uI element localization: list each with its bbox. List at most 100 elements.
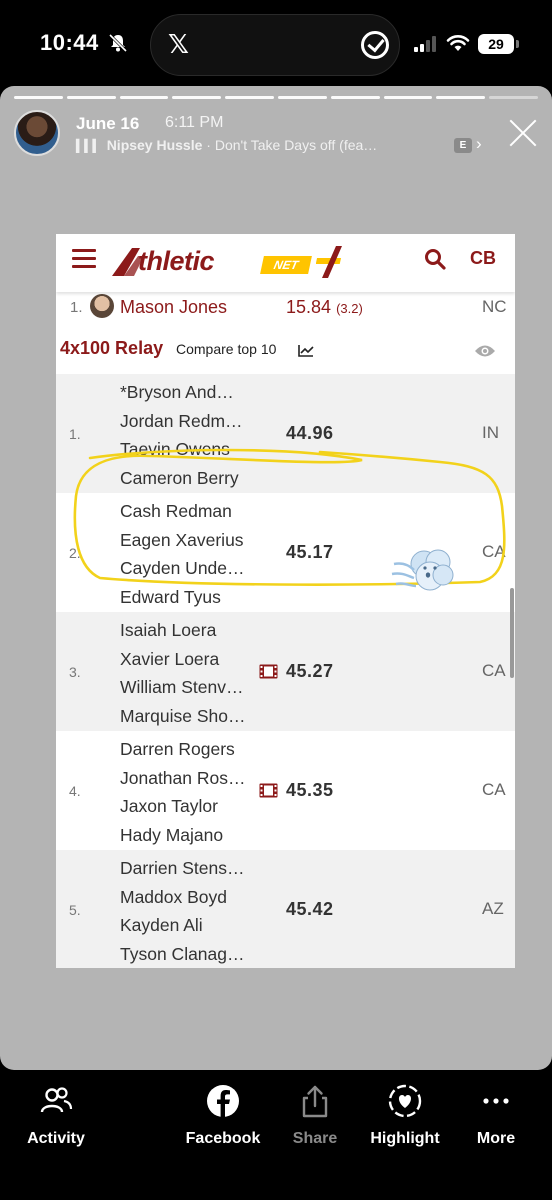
athlete-name: Mason Jones bbox=[120, 297, 228, 317]
relay-athletes: Cash Redman Eagen Xaverius Cayden Unde… Edw… bbox=[120, 497, 245, 612]
clock: 10:44 bbox=[40, 30, 99, 55]
result-rank: 4. bbox=[69, 783, 81, 799]
result-rank: 1. bbox=[69, 426, 81, 442]
music-sticker-label[interactable]: ▍▍▍ Nipsey Hussle · Don't Take Days off (… bbox=[76, 137, 377, 153]
relay-athletes: *Bryson And… Jordan Redm… Taevin Owens Came… bbox=[120, 378, 243, 493]
athlete-name: Jaxon Taylor bbox=[120, 796, 218, 817]
wifi-icon bbox=[446, 35, 470, 51]
facebook-icon bbox=[207, 1085, 239, 1117]
result-mark: 15.84 (3.2) bbox=[286, 297, 363, 318]
athletic-net-logo-text: thletic bbox=[138, 246, 215, 276]
mark-value: 15.84 bbox=[286, 297, 332, 317]
highlight-label: Highlight bbox=[370, 1130, 440, 1147]
trend-chart-icon bbox=[298, 345, 314, 357]
result-state: AZ bbox=[482, 899, 504, 918]
athlete-name: William Stenv… bbox=[120, 677, 244, 698]
athlete-name: Eagen Xaverius bbox=[120, 529, 244, 550]
relay-athletes: Isaiah Loera Xavier Loera William Stenv… Ma… bbox=[120, 616, 245, 731]
result-rank: 2. bbox=[69, 545, 81, 561]
story-progress-bar bbox=[14, 96, 538, 99]
chevron-right-icon[interactable]: › bbox=[476, 134, 482, 154]
athlete-name: Jordan Redm… bbox=[120, 410, 243, 431]
athletic-net-screenshot: thletic NET CB 1. Mason Jones 15.84 (3.2… bbox=[56, 234, 515, 968]
event-title: 4x100 Relay bbox=[60, 338, 164, 358]
scrollbar bbox=[510, 588, 514, 678]
facebook-button[interactable]: Facebook bbox=[182, 1084, 264, 1148]
profile-initials: CB bbox=[470, 248, 496, 268]
story-date[interactable]: June 16 bbox=[76, 114, 139, 134]
athlete-name: Cameron Berry bbox=[120, 468, 239, 489]
more-button[interactable]: More bbox=[470, 1084, 522, 1148]
battery-indicator: 29 bbox=[478, 34, 519, 54]
story-timestamp: 6:11 PM bbox=[165, 114, 224, 131]
athlete-name: Tyson Clanag… bbox=[120, 944, 245, 965]
relay-time: 44.96 bbox=[286, 423, 334, 443]
music-bars-icon: ▍▍▍ bbox=[76, 139, 102, 153]
athlete-name: Isaiah Loera bbox=[120, 620, 217, 640]
top-result-row: 1. Mason Jones 15.84 (3.2) NC bbox=[56, 292, 515, 324]
music-artist: Nipsey Hussle bbox=[106, 137, 203, 153]
athlete-name: Hady Majano bbox=[120, 825, 224, 846]
plus-logo-icon bbox=[316, 246, 342, 278]
activity-label: Activity bbox=[27, 1130, 85, 1147]
result-rank: 1. bbox=[70, 299, 83, 316]
music-track: · Don't Take Days off (fea… bbox=[202, 137, 378, 153]
relay-results-list: 1. *Bryson And… Jordan Redm… Taevin Owens Ca… bbox=[56, 374, 515, 968]
search-icon bbox=[425, 249, 446, 270]
more-dots-icon bbox=[483, 1098, 509, 1104]
x-app-icon: 𝕏 bbox=[168, 30, 189, 60]
result-state: CA bbox=[482, 780, 506, 799]
athlete-name: Jonathan Ros… bbox=[120, 767, 246, 788]
result-rank: 5. bbox=[69, 902, 81, 918]
result-state: CA bbox=[482, 661, 506, 680]
close-icon[interactable] bbox=[508, 118, 538, 148]
result-rank: 3. bbox=[69, 664, 81, 680]
activity-button[interactable]: Activity bbox=[20, 1084, 92, 1148]
check-circle-icon bbox=[361, 31, 389, 59]
relay-result-row: 1. *Bryson And… Jordan Redm… Taevin Owens Ca… bbox=[56, 374, 515, 493]
athletic-net-header: thletic NET CB bbox=[56, 234, 515, 292]
share-icon bbox=[302, 1085, 328, 1118]
athlete-avatar bbox=[90, 294, 114, 318]
wind-blowing-face-sticker bbox=[391, 549, 454, 591]
video-film-icon bbox=[259, 664, 278, 679]
athlete-name: Marquise Sho… bbox=[120, 706, 246, 727]
eye-icon bbox=[475, 345, 495, 357]
athlete-name: Cayden Unde… bbox=[120, 558, 245, 579]
silent-bell-icon bbox=[108, 33, 128, 53]
relay-athletes: Darrien Stens… Maddox Boyd Kayden Ali Tyson… bbox=[120, 854, 245, 968]
highlight-button[interactable]: Highlight bbox=[366, 1084, 444, 1148]
athlete-name: Edward Tyus bbox=[120, 587, 221, 608]
athlete-name: Xavier Loera bbox=[120, 648, 220, 669]
relay-result-row: 4. Darren Rogers Jonathan Ros… Jaxon Taylor… bbox=[56, 731, 515, 850]
share-label: Share bbox=[292, 1130, 338, 1147]
result-state: CA bbox=[482, 542, 506, 561]
story-viewer[interactable]: June 16 6:11 PM ▍▍▍ Nipsey Hussle · Don't… bbox=[0, 86, 552, 1070]
wind-reading: (3.2) bbox=[336, 301, 363, 316]
share-button[interactable]: Share bbox=[286, 1084, 344, 1148]
athlete-name: Kayden Ali bbox=[120, 915, 203, 936]
facebook-label: Facebook bbox=[185, 1130, 261, 1147]
result-state: NC bbox=[482, 297, 507, 316]
athlete-name: Maddox Boyd bbox=[120, 886, 228, 907]
highlight-heart-icon bbox=[388, 1084, 422, 1118]
hamburger-menu-icon bbox=[72, 249, 96, 269]
relay-result-row: 5. Darrien Stens… Maddox Boyd Kayden Ali Tys… bbox=[56, 850, 515, 968]
athlete-name: Taevin Owens bbox=[120, 439, 230, 460]
relay-result-row: 3. Isaiah Loera Xavier Loera William Stenv…… bbox=[56, 612, 515, 731]
video-film-icon bbox=[259, 783, 278, 798]
explicit-badge: E bbox=[454, 138, 472, 153]
athlete-name: Darrien Stens… bbox=[120, 858, 245, 878]
athlete-name: Cash Redman bbox=[120, 501, 232, 521]
cellular-signal-icon bbox=[414, 36, 440, 52]
story-action-bar: Activity Facebook Share Highlight More bbox=[0, 1072, 552, 1200]
relay-time: 45.27 bbox=[286, 661, 334, 681]
poster-avatar[interactable] bbox=[14, 110, 60, 156]
athletic-net-logo-net: NET bbox=[260, 256, 312, 274]
relay-time: 45.35 bbox=[286, 780, 334, 800]
compare-top-10-link: Compare top 10 bbox=[176, 341, 277, 357]
athlete-name: *Bryson And… bbox=[120, 382, 234, 402]
relay-time: 45.42 bbox=[286, 899, 334, 919]
relay-time: 45.17 bbox=[286, 542, 334, 562]
status-bar: 10:44 𝕏 29 bbox=[0, 0, 552, 88]
